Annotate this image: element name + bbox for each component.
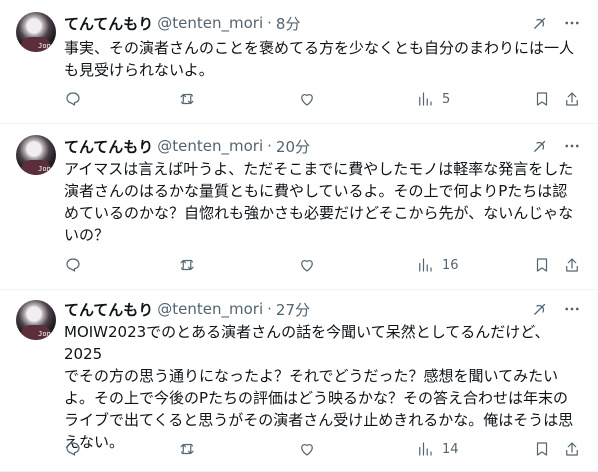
display-name[interactable]: てんてんもり	[64, 13, 153, 34]
avatar-label: Jona	[38, 330, 55, 338]
bookmark-button[interactable]	[533, 440, 551, 458]
avatar-label: Jona	[38, 42, 55, 50]
reply-button[interactable]	[64, 440, 82, 458]
share-icon	[566, 258, 578, 272]
retweet-button[interactable]	[178, 90, 196, 108]
tweet-3[interactable]: Jona てんてんもり @tenten_mori · 27分 MOIW2023で…	[0, 290, 598, 472]
timestamp[interactable]: 8分	[276, 13, 301, 34]
bookmark-icon	[536, 258, 548, 272]
separator-dot: ·	[267, 137, 272, 155]
tweet-text: MOIW2023でのとある演者さんの話を今聞いて呆然としてるんだけど、2025 …	[64, 323, 574, 451]
reply-button[interactable]	[64, 90, 82, 108]
like-button[interactable]	[298, 440, 316, 458]
tweet-text: 事実、その演者さんのことを褒めてる方を少なくとも自分のまわりには一人 も見受けら…	[64, 39, 575, 79]
more-icon[interactable]	[562, 13, 582, 33]
view-count: 14	[442, 441, 459, 457]
timestamp[interactable]: 27分	[276, 299, 310, 320]
retweet-button[interactable]	[178, 256, 196, 274]
bookmark-icon	[536, 92, 548, 106]
views-icon	[419, 442, 432, 456]
display-name[interactable]: てんてんもり	[64, 136, 153, 157]
like-button[interactable]	[298, 256, 316, 274]
like-icon	[301, 444, 313, 456]
tweet-header: てんてんもり @tenten_mori · 20分	[64, 136, 582, 156]
tweet-header: てんてんもり @tenten_mori · 8分	[64, 13, 582, 33]
user-handle[interactable]: @tenten_mori	[157, 300, 263, 318]
user-handle[interactable]: @tenten_mori	[157, 14, 263, 32]
avatar[interactable]: Jona	[16, 135, 56, 175]
share-icon	[566, 442, 578, 456]
view-count: 16	[442, 257, 459, 273]
user-handle[interactable]: @tenten_mori	[157, 137, 263, 155]
views-button[interactable]: 16	[416, 256, 459, 274]
more-icon[interactable]	[562, 299, 582, 319]
views-button[interactable]: 5	[416, 90, 450, 108]
bookmark-icon	[536, 442, 548, 456]
reply-icon	[66, 442, 80, 456]
top-actions	[530, 299, 582, 319]
retweet-icon	[180, 443, 194, 455]
view-count: 5	[442, 91, 451, 107]
views-icon	[419, 258, 432, 272]
reply-button[interactable]	[64, 256, 82, 274]
avatar[interactable]: Jona	[16, 12, 56, 52]
action-bar: 16	[64, 256, 582, 276]
retweet-icon	[180, 259, 194, 271]
reply-icon	[66, 92, 80, 106]
tweet-1[interactable]: Jona てんてんもり @tenten_mori · 8分 事実、その演者さんの…	[0, 0, 598, 124]
top-actions	[530, 13, 582, 33]
share-button[interactable]	[563, 90, 581, 108]
like-icon	[301, 94, 313, 106]
grok-icon[interactable]	[530, 13, 550, 33]
grok-icon[interactable]	[530, 136, 550, 156]
tweet-2[interactable]: Jona てんてんもり @tenten_mori · 20分 アイマスは言えば叶…	[0, 124, 598, 290]
avatar-label: Jona	[38, 165, 55, 173]
action-bar: 14	[64, 440, 582, 460]
share-button[interactable]	[563, 256, 581, 274]
tweet-timeline: Jona てんてんもり @tenten_mori · 8分 事実、その演者さんの…	[0, 0, 598, 472]
separator-dot: ·	[267, 14, 272, 32]
share-icon	[566, 92, 578, 106]
tweet-text: アイマスは言えば叶うよ、ただそこまでに費やしたモノは軽率な発言をした 演者さんの…	[64, 160, 574, 244]
top-actions	[530, 136, 582, 156]
bookmark-button[interactable]	[533, 90, 551, 108]
avatar[interactable]: Jona	[16, 300, 56, 340]
display-name[interactable]: てんてんもり	[64, 299, 153, 320]
reply-icon	[66, 258, 80, 272]
share-button[interactable]	[563, 440, 581, 458]
bookmark-button[interactable]	[533, 256, 551, 274]
views-button[interactable]: 14	[416, 440, 459, 458]
timestamp[interactable]: 20分	[276, 136, 310, 157]
like-icon	[301, 260, 313, 272]
separator-dot: ·	[267, 300, 272, 318]
action-bar: 5	[64, 90, 582, 110]
like-button[interactable]	[298, 90, 316, 108]
tweet-header: てんてんもり @tenten_mori · 27分	[64, 299, 582, 319]
retweet-button[interactable]	[178, 440, 196, 458]
retweet-icon	[180, 93, 194, 105]
more-icon[interactable]	[562, 136, 582, 156]
grok-icon[interactable]	[530, 299, 550, 319]
views-icon	[419, 92, 432, 106]
